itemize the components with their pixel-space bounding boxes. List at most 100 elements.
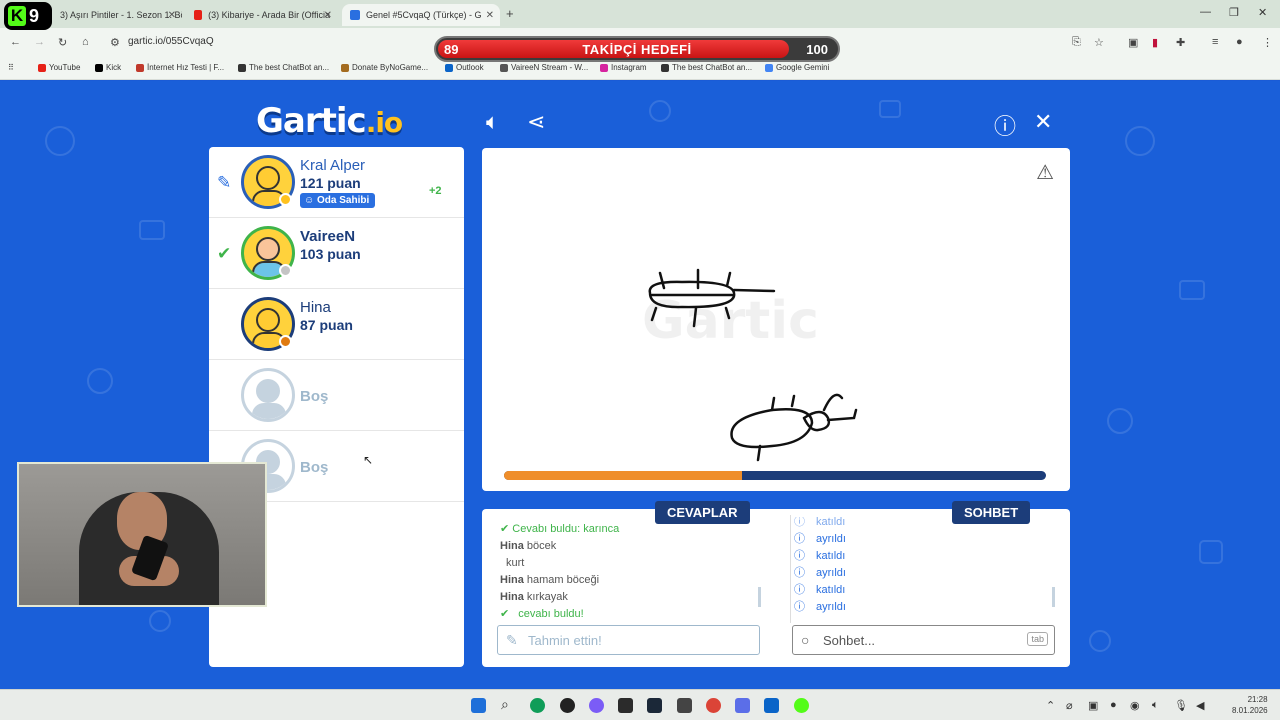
player-row[interactable]: ✎ Kral Alper 121 puan ☺ Oda Sahibi +2: [209, 147, 464, 218]
search-icon[interactable]: ⌕: [501, 696, 509, 713]
restore-icon[interactable]: ❐: [1229, 6, 1239, 19]
site-info-icon[interactable]: ⚙: [110, 36, 120, 49]
bookmark-kick[interactable]: Kick: [95, 63, 121, 72]
audio-extension-icon[interactable]: ▮: [1152, 36, 1158, 49]
chat-message: ⓘ ayrıldı: [794, 599, 1044, 616]
microphone-icon[interactable]: 🎙︎: [1174, 699, 1188, 712]
home-icon[interactable]: ⌂: [82, 36, 89, 48]
volume-icon[interactable]: 🔈︎: [1152, 699, 1159, 712]
discord-icon[interactable]: [589, 698, 604, 713]
extension-icon[interactable]: ▣: [1128, 36, 1138, 49]
info-icon: ⓘ: [794, 601, 805, 613]
back-icon[interactable]: ←: [10, 36, 21, 48]
new-tab-button[interactable]: +: [506, 6, 514, 21]
close-icon[interactable]: ✕: [324, 10, 332, 21]
bookmark-instagram[interactable]: Instagram: [600, 63, 647, 72]
app-icon-2[interactable]: [735, 698, 750, 713]
outlook-icon: [445, 63, 453, 72]
media-icon[interactable]: ≡: [1212, 36, 1218, 48]
start-icon[interactable]: [471, 698, 486, 713]
answers-list: ✔ Cevabı buldu: karınca Hina böcek kurt …: [500, 521, 780, 621]
tab-title: (3) Kibariye - Arada Bir (Officia: [208, 10, 330, 20]
kick-app-icon[interactable]: [794, 698, 809, 713]
player-score: 121 puan: [300, 175, 361, 191]
edge-icon[interactable]: [530, 698, 545, 713]
reload-icon[interactable]: ↻: [58, 36, 67, 49]
share-icon[interactable]: ⋖: [527, 109, 545, 135]
speaker-icon[interactable]: ◀: [1196, 699, 1204, 712]
pencil-icon: ✎: [506, 632, 518, 648]
chat-message: ⓘ katıldı: [794, 582, 1044, 599]
close-icon[interactable]: ✕: [168, 10, 176, 21]
player-name: Kral Alper: [300, 157, 366, 174]
answer-message: Hina hamam böceği: [500, 574, 600, 586]
browser-tab-2[interactable]: (3) Kibariye - Arada Bir (Officia ✕: [186, 4, 338, 26]
info-icon: ⓘ: [794, 517, 805, 528]
follower-goal-bar: 89 TAKİPÇİ HEDEFİ 100: [434, 36, 840, 62]
tray-app-icon-2[interactable]: ●: [1110, 699, 1117, 711]
close-icon[interactable]: ✕: [1034, 109, 1052, 135]
tray-chevron-icon[interactable]: ⌃: [1046, 699, 1055, 712]
bookmark-gemini[interactable]: Google Gemini: [765, 63, 829, 72]
app-icon[interactable]: [560, 698, 575, 713]
steam-icon[interactable]: [647, 698, 662, 713]
unity-icon[interactable]: [677, 698, 692, 713]
youtube-icon: [194, 10, 203, 20]
minimize-icon[interactable]: —: [1200, 6, 1211, 18]
youtube-icon: [38, 63, 46, 72]
answer-message: Hina böcek: [500, 540, 557, 552]
answers-scrollbar[interactable]: [758, 587, 761, 607]
tray-app-icon[interactable]: ▣: [1088, 699, 1098, 712]
epic-games-icon[interactable]: [618, 698, 633, 713]
empty-slot-label: Boş: [300, 459, 329, 476]
url-field[interactable]: gartic.io/055CvqaQ: [128, 36, 214, 47]
close-icon[interactable]: ✕: [486, 10, 494, 21]
owner-badge: ☺ Oda Sahibi: [300, 193, 376, 208]
drawing-strokes: Gartic: [642, 268, 858, 462]
bookmark-star-icon[interactable]: ☆: [1094, 36, 1104, 49]
chat-scrollbar[interactable]: [1052, 587, 1055, 607]
menu-icon[interactable]: ⋮: [1262, 36, 1273, 49]
network-icon[interactable]: ⌀: [1066, 699, 1073, 712]
forward-icon[interactable]: →: [34, 36, 45, 48]
chrome-icon[interactable]: [706, 698, 721, 713]
apps-icon[interactable]: ⠿: [8, 63, 14, 72]
bookmark-stream[interactable]: VaireeN Stream - W...: [500, 63, 588, 72]
instagram-icon: [600, 63, 608, 72]
info-icon: ⓘ: [794, 584, 805, 596]
browser-tab-1[interactable]: 3) Aşırı Pintiler - 1. Sezon 1. Bö ✕: [52, 4, 182, 26]
panel-divider: [790, 515, 791, 623]
profile-icon[interactable]: ●: [1236, 36, 1243, 48]
outlook-icon[interactable]: [764, 698, 779, 713]
answers-chat-panel: CEVAPLAR SOHBET ✔ Cevabı buldu: karınca …: [482, 501, 1070, 667]
answer-message: Hina kırkayak: [500, 591, 568, 603]
chat-input[interactable]: ○ Sohbet... tab: [792, 625, 1055, 655]
install-icon[interactable]: ⎘: [1072, 36, 1081, 49]
system-clock[interactable]: 21:28 8.01.2026: [1232, 694, 1268, 716]
guess-input[interactable]: ✎ Tahmin ettin!: [497, 625, 760, 655]
drawing-canvas[interactable]: ⚠ Gartic: [482, 148, 1070, 491]
bookmark-chatbot-2[interactable]: The best ChatBot an...: [661, 63, 752, 72]
bookmark-speedtest[interactable]: İnternet Hız Testi | F...: [136, 63, 224, 72]
bookmark-chatbot[interactable]: The best ChatBot an...: [238, 63, 329, 72]
player-row[interactable]: Hina 87 puan: [209, 289, 464, 360]
info-icon[interactable]: ⓘ: [994, 109, 1016, 141]
sound-icon[interactable]: 🔈︎: [486, 109, 499, 135]
empty-avatar-icon: [241, 368, 295, 422]
bookmark-donate[interactable]: Donate ByNoGame...: [341, 63, 428, 72]
bookmark-youtube[interactable]: YouTube: [38, 63, 80, 72]
round-timer-bar: [504, 471, 1046, 480]
chatbot-icon: [238, 63, 246, 72]
browser-tab-active[interactable]: Genel #5CvqaQ (Türkçe) - G ✕: [342, 4, 500, 26]
clock-time: 21:28: [1247, 695, 1268, 704]
player-row[interactable]: ✔ VaireeN 103 puan: [209, 218, 464, 289]
guess-placeholder: Tahmin ettin!: [528, 633, 602, 648]
window-close-icon[interactable]: ✕: [1258, 6, 1267, 19]
puzzle-icon[interactable]: ✚: [1176, 36, 1185, 49]
tray-app-icon-3[interactable]: ◉: [1130, 699, 1140, 712]
channel-number: 9: [29, 5, 40, 26]
bookmark-outlook[interactable]: Outlook: [445, 63, 484, 72]
check-icon: ✔: [500, 523, 513, 535]
status-dot: [279, 264, 292, 277]
chat-message: ⓘ ayrıldı: [794, 565, 1044, 582]
